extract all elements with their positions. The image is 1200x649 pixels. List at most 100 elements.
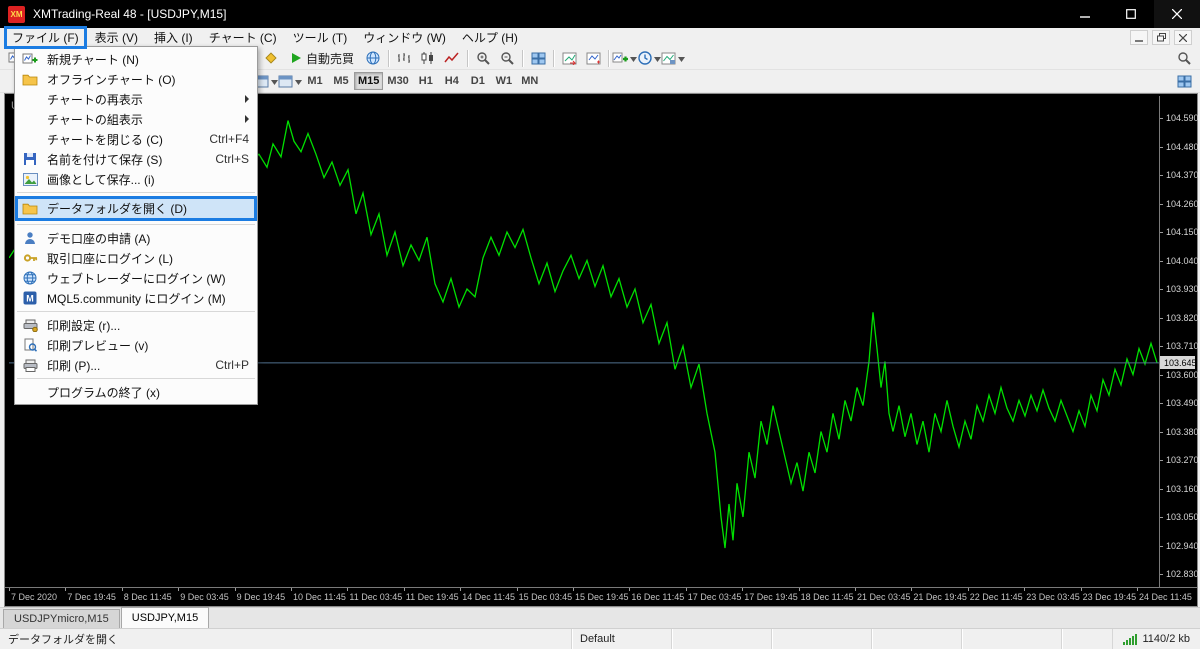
file-menu-item-0[interactable]: 新規チャート (N) [15,49,257,69]
menu-tools[interactable]: ツール (T) [285,27,356,48]
menu-chart[interactable]: チャート (C) [201,27,285,48]
toolbar-separator [608,49,610,67]
file-menu-item-15[interactable]: プログラムの終了 (x) [15,382,257,402]
candles-chart-button[interactable] [416,48,440,68]
menu-separator [17,378,255,379]
close-button[interactable] [1154,0,1200,28]
file-menu-item-12[interactable]: 印刷設定 (r)... [15,315,257,335]
status-spacer [1062,629,1114,649]
time-axis-label: 9 Dec 19:45 [236,592,286,602]
chevron-down-icon [630,49,638,67]
time-axis-label: 11 Dec 19:45 [405,592,459,602]
timeframe-button-w1[interactable]: W1 [491,72,517,90]
time-axis-tick [629,588,631,591]
tile-windows-button[interactable] [526,48,550,68]
submenu-arrow-icon [245,95,249,103]
bars-chart-button[interactable] [392,48,416,68]
price-axis-tick [1160,232,1163,233]
metaeditor-button[interactable] [259,48,283,68]
print-icon [21,359,39,372]
time-axis-label: 21 Dec 03:45 [857,592,911,602]
menu-file[interactable]: ファイル (F) [4,26,87,49]
price-axis-label: 104.040 [1166,255,1199,266]
timeframe-button-m1[interactable]: M1 [302,72,328,90]
auto-scroll-button[interactable] [557,48,581,68]
timeframe-button-d1[interactable]: D1 [465,72,491,90]
tile-windows-button[interactable] [1172,71,1196,91]
price-axis-tick [1160,574,1163,575]
zoom-in-button[interactable] [471,48,495,68]
offline-chart-icon [21,73,39,86]
file-menu-item-11[interactable]: M MQL5.community にログイン (M) [15,288,257,308]
file-menu-item-5[interactable]: 名前を付けて保存 (S) Ctrl+S [15,149,257,169]
file-menu-item-13[interactable]: 印刷プレビュー (v) [15,335,257,355]
timeframe-button-mn[interactable]: MN [517,72,543,90]
file-menu-item-10[interactable]: ウェブトレーダーにログイン (W) [15,268,257,288]
templates-button[interactable] [661,48,686,68]
file-menu-item-3[interactable]: チャートの組表示 [15,109,257,129]
menu-item-label: 画像として保存... (i) [47,172,155,187]
menu-item-shortcut: Ctrl+F4 [209,132,249,146]
time-axis-tick [403,588,405,591]
menu-window[interactable]: ウィンドウ (W) [355,27,454,48]
price-axis-tick [1160,175,1163,176]
status-profile[interactable]: Default [572,629,672,649]
menu-help[interactable]: ヘルプ (H) [454,27,526,48]
file-menu-item-7[interactable]: データフォルダを開く (D) [15,196,257,221]
price-axis-tick [1160,403,1163,404]
timeframe-button-m30[interactable]: M30 [383,72,412,90]
periods-dropdown-button[interactable] [278,71,302,91]
price-axis-label: 104.480 [1166,141,1199,152]
time-axis-tick [65,588,67,591]
status-hint: データフォルダを開く [0,629,572,649]
app-logo-icon: XM [8,5,25,23]
file-menu-item-8[interactable]: デモ口座の申請 (A) [15,228,257,248]
periods-button[interactable] [637,48,661,68]
time-axis-label: 8 Dec 11:45 [123,592,172,602]
svg-text:M: M [26,294,34,304]
connection-signal-icon [1123,633,1138,645]
title-bar: XM XMTrading-Real 48 - [USDJPY,M15] [0,0,1200,28]
time-axis[interactable]: 7 Dec 2020 7 Dec 19:45 8 Dec 11:45 9 Dec 03… [5,587,1197,605]
child-minimize-button[interactable] [1130,30,1148,45]
demo-account-icon [21,231,39,245]
candles-chart-icon [420,51,436,65]
price-axis-label: 104.590 [1166,113,1199,123]
file-menu-item-6[interactable]: 画像として保存... (i) [15,169,257,189]
tab-usdjpy-m15[interactable]: USDJPY,M15 [120,607,210,628]
status-empty-segment [672,629,772,649]
autotrading-button[interactable]: 自動売買 [283,48,361,68]
file-menu-item-1[interactable]: オフラインチャート (O) [15,69,257,89]
timeframe-button-h1[interactable]: H1 [413,72,439,90]
time-axis-label: 14 Dec 11:45 [462,592,516,602]
maximize-button[interactable] [1108,0,1154,28]
tab-usdjpymicro-m15[interactable]: USDJPYmicro,M15 [3,609,120,628]
menu-item-shortcut: Ctrl+S [215,152,249,166]
menu-separator [17,224,255,225]
time-axis-label: 17 Dec 19:45 [744,592,798,602]
timeframe-button-h4[interactable]: H4 [439,72,465,90]
menu-item-label: 印刷プレビュー (v) [47,338,149,353]
file-menu-item-4[interactable]: チャートを閉じる (C) Ctrl+F4 [15,129,257,149]
timeframe-button-m5[interactable]: M5 [328,72,354,90]
zoom-out-button[interactable] [495,48,519,68]
menu-view[interactable]: 表示 (V) [87,27,146,48]
community-button[interactable] [361,48,385,68]
file-menu-item-2[interactable]: チャートの再表示 [15,89,257,109]
search-button[interactable] [1172,48,1196,68]
time-axis-tick [291,588,292,591]
menu-insert[interactable]: 挿入 (I) [146,27,201,48]
price-axis[interactable]: 104.590 104.480 104.370 104.260 104.150 104.0… [1159,96,1199,587]
chevron-down-icon [271,72,278,90]
chart-shift-button[interactable] [581,48,605,68]
price-axis-tick [1160,488,1163,490]
child-restore-button[interactable] [1152,30,1170,45]
child-close-button[interactable] [1174,30,1192,45]
line-chart-button[interactable] [440,48,464,68]
timeframe-button-m15[interactable]: M15 [354,72,384,90]
minimize-button[interactable] [1062,0,1108,28]
file-menu-item-9[interactable]: 取引口座にログイン (L) [15,248,257,268]
file-menu-item-14[interactable]: 印刷 (P)... Ctrl+P [15,355,257,375]
indicators-button[interactable] [612,48,638,68]
chevron-down-icon [678,49,686,67]
